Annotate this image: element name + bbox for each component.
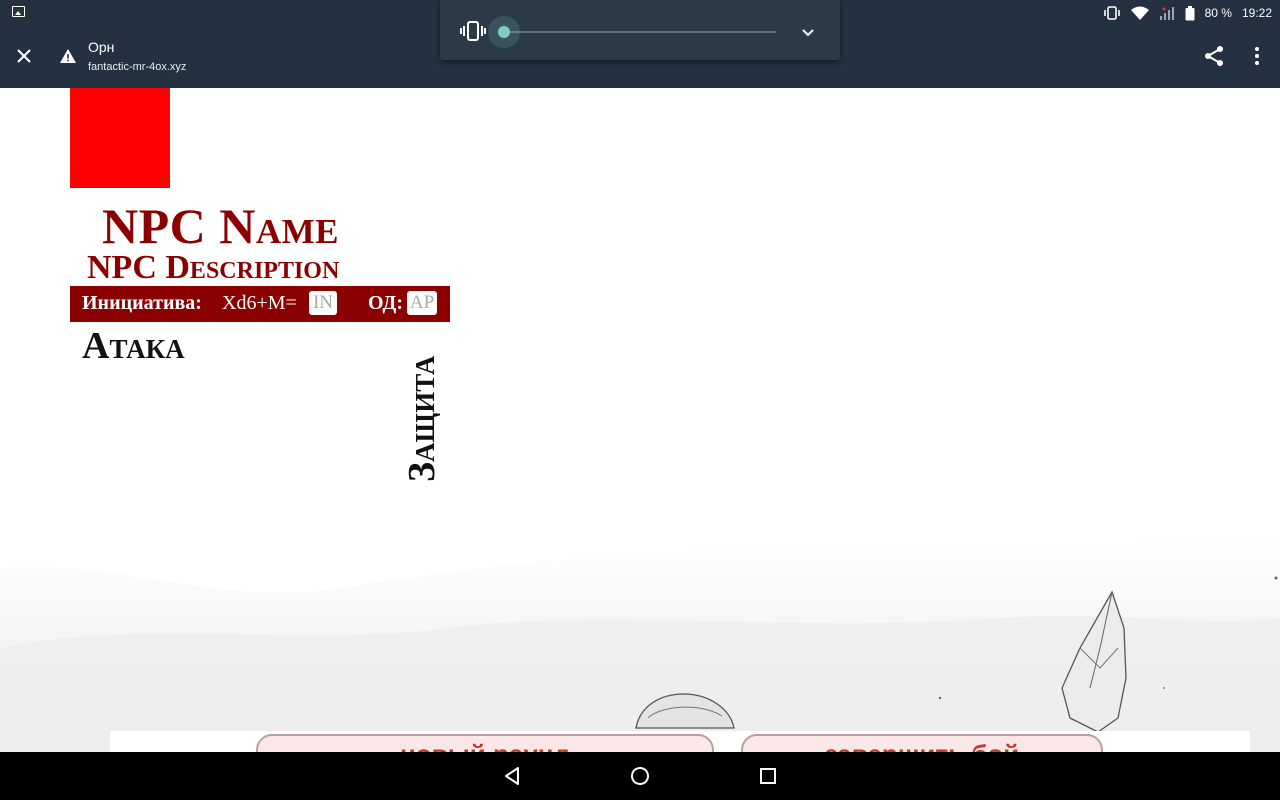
more-vert-icon (1255, 47, 1259, 65)
action-points-input[interactable]: AP (407, 291, 437, 315)
share-button[interactable] (1202, 44, 1228, 70)
back-button[interactable] (500, 764, 524, 788)
share-icon (1205, 46, 1223, 66)
chevron-down-icon (802, 29, 814, 37)
action-points-label: ОД: (368, 292, 403, 314)
page-title: Орн (88, 39, 115, 55)
end-fight-button[interactable]: завершить бой (741, 734, 1103, 752)
volume-expand-button[interactable] (798, 22, 818, 42)
npc-name: NPC Name (102, 198, 340, 254)
background-illustration (0, 538, 1280, 752)
recents-button[interactable] (756, 764, 780, 788)
npc-portrait (70, 88, 170, 188)
back-icon (505, 767, 519, 785)
battery-percent: 80 % (1204, 6, 1232, 20)
initiative-label: Инициатива: (82, 292, 202, 314)
npc-description: NPC Description (87, 249, 340, 286)
close-button[interactable] (10, 42, 38, 70)
recents-icon (760, 768, 776, 784)
wifi-icon (1130, 6, 1149, 20)
page-content: NPC Name NPC Description Инициатива: Xd6… (0, 88, 1280, 752)
new-round-button[interactable]: новый раунд (256, 734, 714, 752)
warning-icon[interactable] (60, 49, 76, 63)
initiative-bar: Инициатива: Xd6+M= IN ОД: AP (70, 286, 450, 322)
navigation-bar (0, 752, 1280, 800)
defense-heading: Защита (401, 355, 443, 482)
home-button[interactable] (628, 764, 652, 788)
gallery-icon (12, 6, 25, 17)
battery-icon (1185, 5, 1195, 20)
page-url[interactable]: fantactic-mr-4ox.xyz (88, 61, 186, 73)
clock: 19:22 (1241, 6, 1272, 20)
signal-icon (1159, 7, 1174, 20)
attack-heading: Атака (82, 325, 185, 367)
close-icon (17, 49, 31, 63)
home-icon (631, 767, 649, 785)
volume-panel (440, 0, 840, 60)
status-icons: 80 % 19:22 (1103, 0, 1272, 26)
vibrate-icon (1103, 6, 1120, 20)
initiative-input[interactable]: IN (309, 291, 337, 315)
volume-slider-thumb[interactable] (488, 16, 520, 48)
initiative-formula: Xd6+M= (222, 292, 297, 314)
vibrate-mode-icon[interactable] (460, 20, 486, 42)
volume-slider[interactable] (504, 31, 776, 33)
more-options-button[interactable] (1246, 44, 1268, 70)
